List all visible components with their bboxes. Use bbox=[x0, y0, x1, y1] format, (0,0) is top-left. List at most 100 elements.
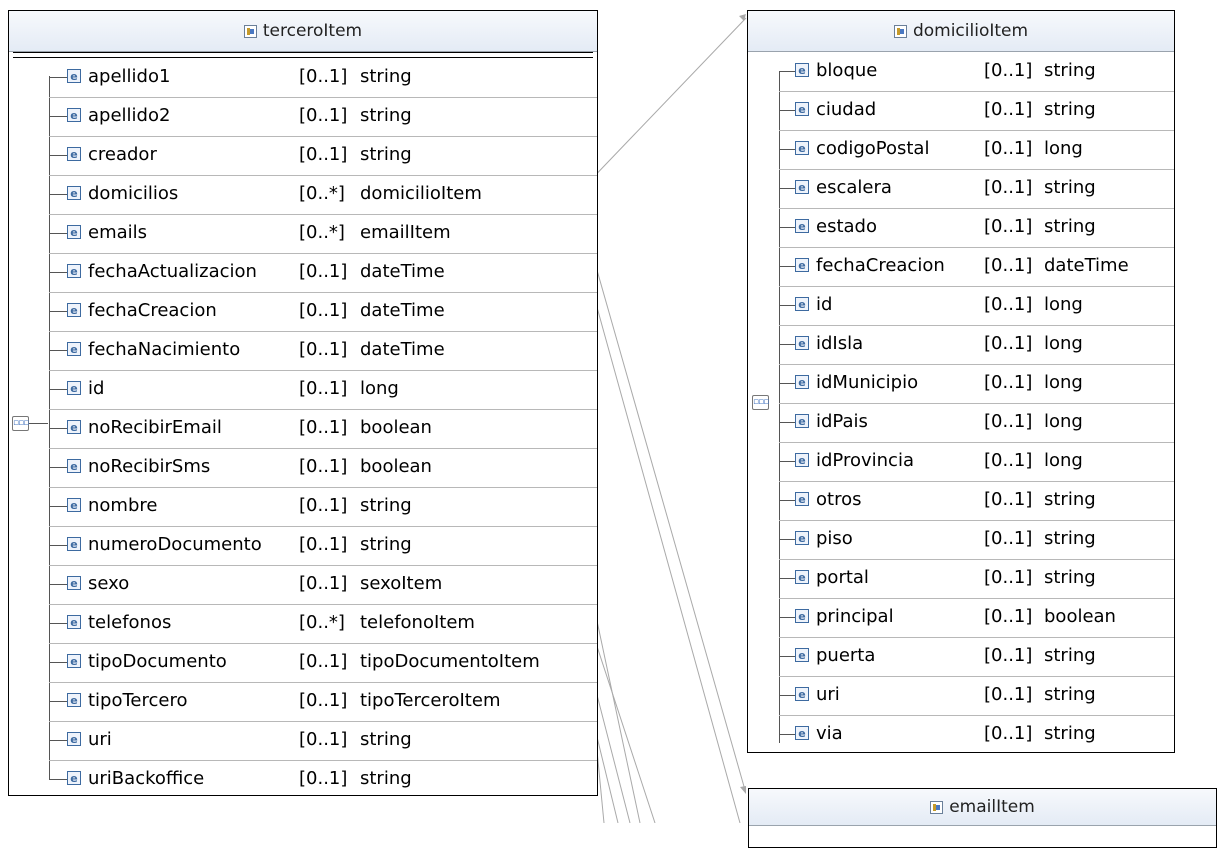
element-row[interactable]: e numeroDocumento [0..1] string bbox=[9, 526, 597, 565]
tree-branch bbox=[49, 194, 67, 195]
element-icon: e bbox=[67, 771, 81, 785]
element-row[interactable]: e piso [0..1] string bbox=[748, 520, 1174, 559]
element-icon: e bbox=[67, 459, 81, 473]
element-row[interactable]: e puerta [0..1] string bbox=[748, 637, 1174, 676]
element-row[interactable]: e bloque [0..1] string bbox=[748, 52, 1174, 91]
element-row[interactable]: e id [0..1] long bbox=[748, 286, 1174, 325]
row-divider bbox=[49, 331, 597, 332]
element-multiplicity: [0..1] bbox=[299, 261, 348, 282]
element-row[interactable]: e fechaCreacion [0..1] dateTime bbox=[9, 292, 597, 331]
row-divider bbox=[779, 598, 1174, 599]
element-row[interactable]: e uri [0..1] string bbox=[748, 676, 1174, 715]
tree-branch bbox=[49, 155, 67, 156]
element-multiplicity: [0..1] bbox=[984, 450, 1033, 471]
element-name: id bbox=[816, 294, 833, 315]
element-icon: e bbox=[795, 687, 809, 701]
element-row[interactable]: e idIsla [0..1] long bbox=[748, 325, 1174, 364]
row-divider bbox=[779, 286, 1174, 287]
row-divider bbox=[49, 409, 597, 410]
element-name: fechaCreacion bbox=[88, 300, 217, 321]
element-multiplicity: [0..1] bbox=[984, 606, 1033, 627]
element-type: string bbox=[1044, 567, 1096, 588]
element-row[interactable]: e creador [0..1] string bbox=[9, 136, 597, 175]
element-row[interactable]: e via [0..1] string bbox=[748, 715, 1174, 754]
element-row[interactable]: e nombre [0..1] string bbox=[9, 487, 597, 526]
tree-branch bbox=[779, 578, 795, 579]
element-row[interactable]: e codigoPostal [0..1] long bbox=[748, 130, 1174, 169]
element-type: long bbox=[360, 378, 399, 399]
element-type: string bbox=[1044, 60, 1096, 81]
element-row[interactable]: e uri [0..1] string bbox=[9, 721, 597, 760]
element-row[interactable]: e id [0..1] long bbox=[9, 370, 597, 409]
element-icon: e bbox=[67, 576, 81, 590]
element-icon: e bbox=[67, 420, 81, 434]
element-icon: e bbox=[795, 297, 809, 311]
sequence-icon[interactable]: ▫▫▫ bbox=[12, 416, 29, 431]
tree-branch bbox=[779, 149, 795, 150]
element-multiplicity: [0..1] bbox=[984, 528, 1033, 549]
element-icon: e bbox=[67, 537, 81, 551]
element-name: via bbox=[816, 723, 843, 744]
element-name: portal bbox=[816, 567, 869, 588]
domicilio-item-header[interactable]: domicilioItem bbox=[748, 11, 1174, 52]
email-item-header[interactable]: emailItem bbox=[749, 789, 1216, 826]
element-row[interactable]: e principal [0..1] boolean bbox=[748, 598, 1174, 637]
element-row[interactable]: e idProvincia [0..1] long bbox=[748, 442, 1174, 481]
complex-type-icon bbox=[243, 24, 257, 38]
sequence-icon[interactable]: ▫▫▫ bbox=[752, 395, 769, 410]
element-type: boolean bbox=[360, 417, 432, 438]
element-row[interactable]: e fechaNacimiento [0..1] dateTime bbox=[9, 331, 597, 370]
element-row[interactable]: e apellido2 [0..1] string bbox=[9, 97, 597, 136]
domicilio-item-box[interactable]: domicilioItem e bloque [0..1] string e ciudad… bbox=[747, 10, 1175, 753]
element-multiplicity: [0..1] bbox=[984, 567, 1033, 588]
row-divider bbox=[49, 604, 597, 605]
element-row[interactable]: e noRecibirEmail [0..1] boolean bbox=[9, 409, 597, 448]
element-row[interactable]: e apellido1 [0..1] string bbox=[9, 58, 597, 97]
tree-branch bbox=[49, 779, 67, 780]
element-row[interactable]: e portal [0..1] string bbox=[748, 559, 1174, 598]
element-row[interactable]: e tipoTercero [0..1] tipoTerceroItem bbox=[9, 682, 597, 721]
tree-branch bbox=[49, 272, 67, 273]
row-divider bbox=[779, 91, 1174, 92]
element-row[interactable]: e domicilios [0..*] domicilioItem bbox=[9, 175, 597, 214]
element-name: numeroDocumento bbox=[88, 534, 262, 555]
element-row[interactable]: e uriBackoffice [0..1] string bbox=[9, 760, 597, 799]
element-type: boolean bbox=[360, 456, 432, 477]
element-name: uri bbox=[816, 684, 840, 705]
row-divider bbox=[49, 292, 597, 293]
element-multiplicity: [0..1] bbox=[984, 60, 1033, 81]
element-row[interactable]: e fechaCreacion [0..1] dateTime bbox=[748, 247, 1174, 286]
element-row[interactable]: e idMunicipio [0..1] long bbox=[748, 364, 1174, 403]
tree-branch bbox=[49, 467, 67, 468]
element-type: tipoTerceroItem bbox=[360, 690, 501, 711]
element-row[interactable]: e otros [0..1] string bbox=[748, 481, 1174, 520]
row-divider bbox=[779, 520, 1174, 521]
element-name: apellido1 bbox=[88, 66, 171, 87]
element-row[interactable]: e fechaActualizacion [0..1] dateTime bbox=[9, 253, 597, 292]
element-name: creador bbox=[88, 144, 157, 165]
element-row[interactable]: e escalera [0..1] string bbox=[748, 169, 1174, 208]
element-type: dateTime bbox=[360, 339, 445, 360]
tree-branch bbox=[49, 545, 67, 546]
element-icon: e bbox=[795, 648, 809, 662]
element-row[interactable]: e noRecibirSms [0..1] boolean bbox=[9, 448, 597, 487]
tercero-item-title: terceroItem bbox=[262, 21, 363, 41]
element-row[interactable]: e estado [0..1] string bbox=[748, 208, 1174, 247]
tree-branch bbox=[779, 500, 795, 501]
email-item-box[interactable]: emailItem bbox=[748, 788, 1217, 848]
element-row[interactable]: e idPais [0..1] long bbox=[748, 403, 1174, 442]
element-type: string bbox=[360, 534, 412, 555]
element-row[interactable]: e tipoDocumento [0..1] tipoDocumentoItem bbox=[9, 643, 597, 682]
element-row[interactable]: e telefonos [0..*] telefonoItem bbox=[9, 604, 597, 643]
element-row[interactable]: e emails [0..*] emailItem bbox=[9, 214, 597, 253]
tree-branch bbox=[779, 344, 795, 345]
element-multiplicity: [0..1] bbox=[299, 456, 348, 477]
element-multiplicity: [0..1] bbox=[299, 378, 348, 399]
element-icon: e bbox=[67, 693, 81, 707]
row-divider bbox=[49, 643, 597, 644]
tercero-item-header[interactable]: terceroItem bbox=[9, 11, 597, 52]
element-row[interactable]: e ciudad [0..1] string bbox=[748, 91, 1174, 130]
element-type: string bbox=[360, 768, 412, 789]
element-row[interactable]: e sexo [0..1] sexoItem bbox=[9, 565, 597, 604]
tercero-item-box[interactable]: terceroItem e apellido1 [0..1] string e apell… bbox=[8, 10, 598, 796]
